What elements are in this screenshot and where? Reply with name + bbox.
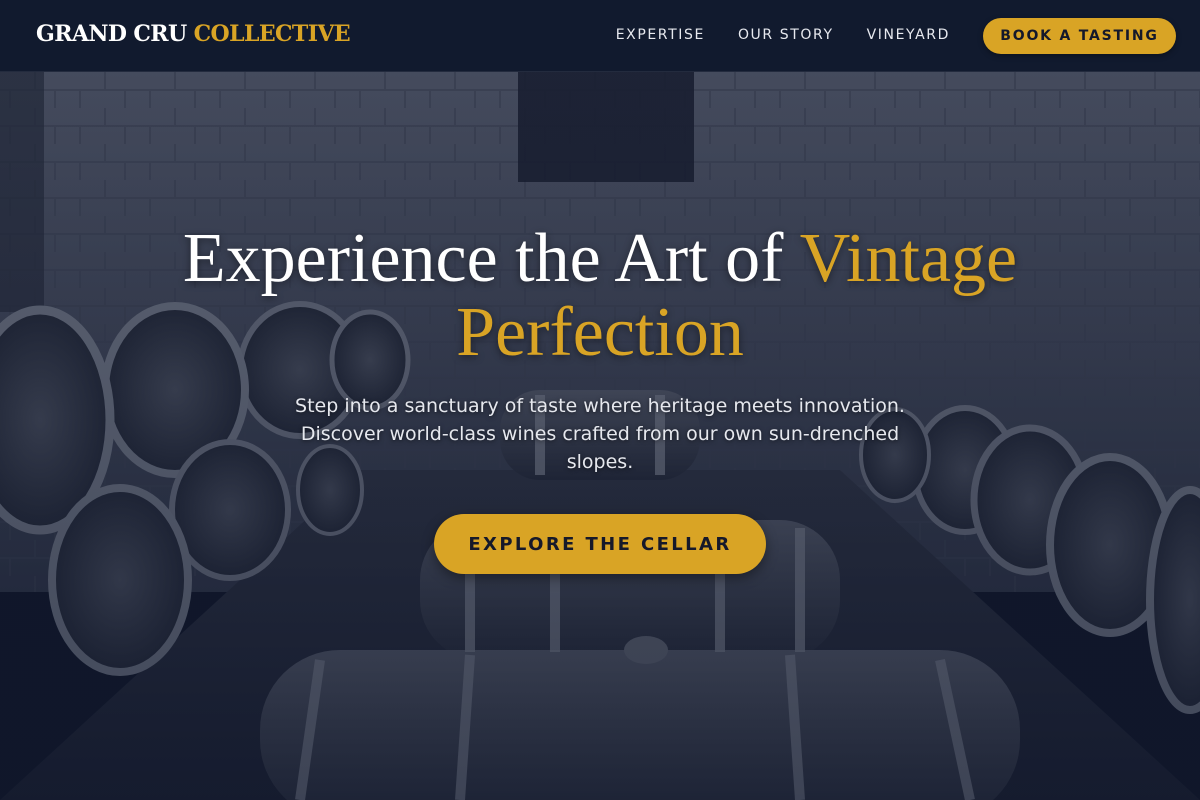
nav-links: EXPERTISE OUR STORY VINEYARD: [616, 27, 950, 43]
hero-title-main: Experience the Art of: [182, 220, 800, 297]
brand-name-accent: COLLECTIVE: [193, 21, 351, 47]
nav-link-vineyard[interactable]: VINEYARD: [867, 27, 950, 43]
hero-section: Experience the Art of Vintage Perfection…: [0, 222, 1200, 574]
book-tasting-button[interactable]: BOOK A TASTING: [983, 18, 1176, 54]
brand-name-primary: GRAND CRU: [36, 21, 187, 47]
brand-logo[interactable]: GRAND CRU COLLECTIVE: [36, 21, 351, 47]
explore-cellar-button[interactable]: EXPLORE THE CELLAR: [434, 514, 766, 574]
nav-link-our-story[interactable]: OUR STORY: [738, 27, 834, 43]
hero-title: Experience the Art of Vintage Perfection: [150, 222, 1050, 370]
top-navigation: GRAND CRU COLLECTIVE EXPERTISE OUR STORY…: [0, 0, 1200, 72]
hero-subtitle: Step into a sanctuary of taste where her…: [295, 395, 905, 473]
nav-link-expertise[interactable]: EXPERTISE: [616, 27, 705, 43]
